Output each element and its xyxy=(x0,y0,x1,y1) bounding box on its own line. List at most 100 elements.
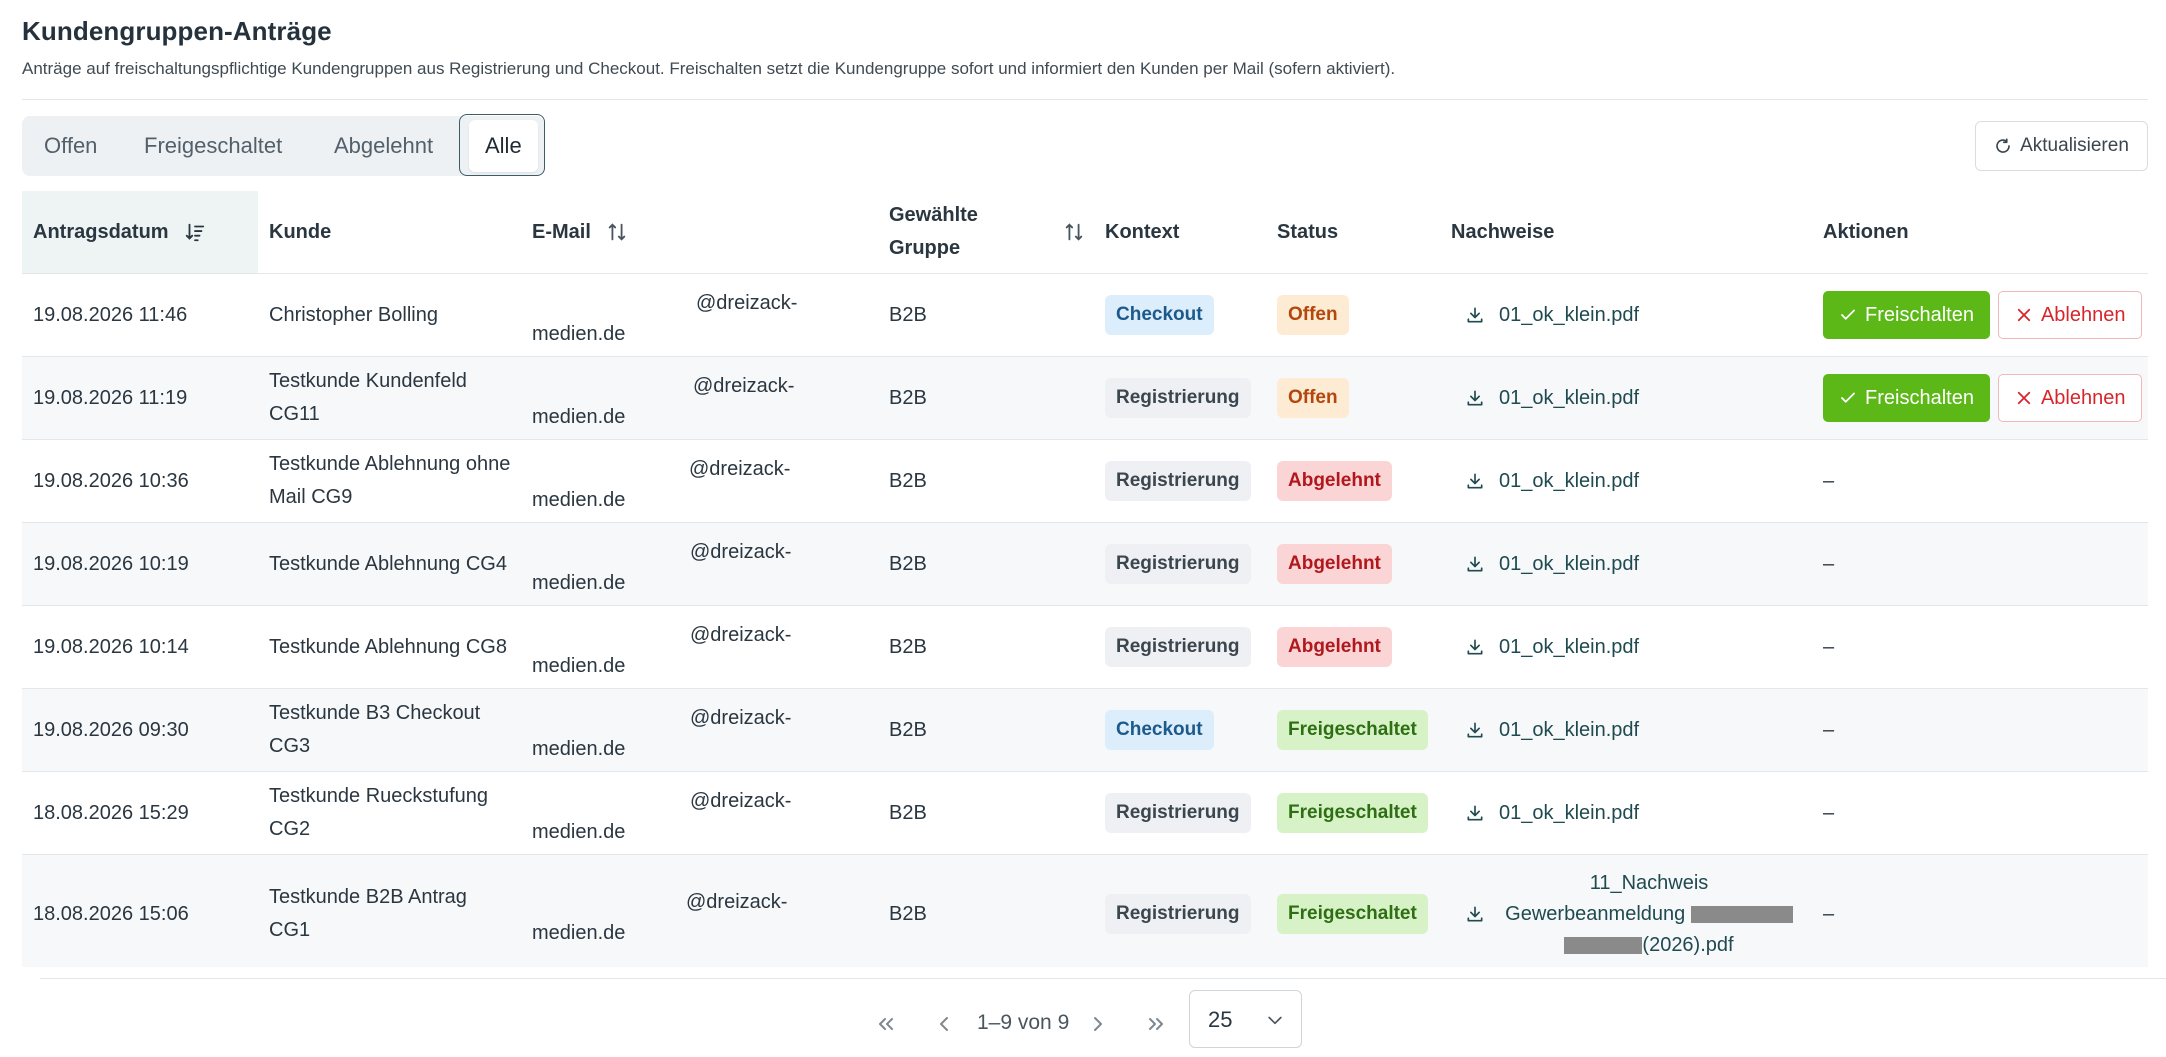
no-action: – xyxy=(1823,902,1835,925)
cell-date: 19.08.2026 11:19 xyxy=(22,356,258,440)
sort-desc-icon xyxy=(185,223,205,242)
tab-abgelehnt[interactable]: Abgelehnt xyxy=(334,116,433,176)
customer-name: Testkunde Kundenfeld CG11 xyxy=(269,370,467,425)
cell-context: Registrierung xyxy=(1094,522,1266,606)
download-icon xyxy=(1467,722,1483,738)
email-domain: medien.de xyxy=(532,821,626,843)
column-header-customer: Kunde xyxy=(258,191,521,274)
redacted-text xyxy=(1690,905,1793,923)
divider xyxy=(22,99,2148,100)
context-badge: Checkout xyxy=(1105,710,1214,750)
close-icon xyxy=(2017,391,2031,405)
cell-customer: Christopher Bolling xyxy=(258,273,521,357)
tab-freigeschaltet[interactable]: Freigeschaltet xyxy=(144,116,282,176)
column-header-actions: Aktionen xyxy=(1812,191,2148,274)
cell-email: @dreizack-medien.de xyxy=(521,605,878,689)
download-icon xyxy=(1467,639,1483,655)
last-page-icon[interactable] xyxy=(1144,1012,1168,1036)
proof-file-link[interactable]: 01_ok_klein.pdf xyxy=(1451,636,1812,659)
table-row: 19.08.2026 10:36 Testkunde Ablehnung ohn… xyxy=(22,439,2148,523)
download-icon xyxy=(1467,307,1483,323)
download-icon xyxy=(1467,906,1483,922)
footer-divider xyxy=(40,978,2166,979)
cell-group: B2B xyxy=(878,439,1094,523)
email-domain: medien.de xyxy=(532,655,626,677)
context-badge: Registrierung xyxy=(1105,627,1251,667)
cell-status: Abgelehnt xyxy=(1266,439,1440,523)
cell-email: @dreizack-medien.de xyxy=(521,356,878,440)
customer-name: Testkunde Ablehnung ohne Mail CG9 xyxy=(269,453,511,508)
email-local: @dreizack- xyxy=(690,624,792,646)
first-page-icon[interactable] xyxy=(874,1012,898,1036)
proof-file-link[interactable]: 01_ok_klein.pdf xyxy=(1451,470,1812,493)
customer-name: Testkunde B2B Antrag CG1 xyxy=(269,886,467,941)
cell-email: @dreizack-medien.de xyxy=(521,439,878,523)
proof-file-link[interactable]: 01_ok_klein.pdf xyxy=(1451,387,1812,410)
context-badge: Registrierung xyxy=(1105,378,1251,418)
cell-customer: Testkunde Ablehnung ohne Mail CG9 xyxy=(258,439,521,523)
no-action: – xyxy=(1823,718,1835,741)
proof-file-link[interactable]: 01_ok_klein.pdf xyxy=(1451,802,1812,825)
column-header-group[interactable]: Gewählte Gruppe xyxy=(878,191,1094,274)
column-header-date[interactable]: Antragsdatum xyxy=(22,191,258,274)
cell-context: Registrierung xyxy=(1094,605,1266,689)
page-size-select[interactable]: 25 xyxy=(1189,990,1302,1048)
refresh-button[interactable]: Aktualisieren xyxy=(1975,121,2148,171)
cell-status: Freigeschaltet xyxy=(1266,854,1440,967)
refresh-label: Aktualisieren xyxy=(2020,135,2129,156)
table-row: 18.08.2026 15:06 Testkunde B2B Antrag CG… xyxy=(22,854,2148,967)
email-domain: medien.de xyxy=(532,406,626,428)
close-icon xyxy=(2017,308,2031,322)
cell-email: @dreizack-medien.de xyxy=(521,522,878,606)
reject-button[interactable]: Ablehnen xyxy=(1997,374,2143,422)
proof-file-link[interactable]: 01_ok_klein.pdf xyxy=(1451,304,1812,327)
cell-group: B2B xyxy=(878,688,1094,772)
approve-button[interactable]: Freischalten xyxy=(1823,374,1990,422)
cell-proof: 01_ok_klein.pdf xyxy=(1440,273,1812,357)
cell-group: B2B xyxy=(878,771,1094,855)
prev-page-icon[interactable] xyxy=(932,1012,956,1036)
cell-proof: 01_ok_klein.pdf xyxy=(1440,439,1812,523)
table-row: 18.08.2026 15:29 Testkunde Rueckstufung … xyxy=(22,771,2148,855)
cell-group: B2B xyxy=(878,356,1094,440)
approve-button[interactable]: Freischalten xyxy=(1823,291,1990,339)
proof-file-link[interactable]: 01_ok_klein.pdf xyxy=(1451,553,1812,576)
cell-date: 18.08.2026 15:29 xyxy=(22,771,258,855)
download-icon xyxy=(1467,473,1483,489)
chevron-down-icon xyxy=(1268,1016,1282,1025)
context-badge: Registrierung xyxy=(1105,461,1251,501)
cell-actions: – xyxy=(1812,854,2148,967)
column-header-status: Status xyxy=(1266,191,1440,274)
requests-table-container: Antragsdatum Kunde E-Mail Gewählte Grupp… xyxy=(22,191,2148,967)
cell-context: Registrierung xyxy=(1094,854,1266,967)
no-action: – xyxy=(1823,635,1835,658)
sort-icon xyxy=(609,223,626,241)
page-description: Anträge auf freischaltungspflichtige Kun… xyxy=(22,59,1396,78)
no-action: – xyxy=(1823,801,1835,824)
email-local: @dreizack- xyxy=(690,541,792,563)
redacted-text xyxy=(1564,936,1643,954)
customer-name: Testkunde Rueckstufung CG2 xyxy=(269,785,489,840)
cell-customer: Testkunde Ablehnung CG4 xyxy=(258,522,521,606)
proof-file-link[interactable]: 11_Nachweis Gewerbeanmeldung (2026).pdf xyxy=(1451,868,1812,961)
tab-offen[interactable]: Offen xyxy=(44,116,97,176)
cell-context: Checkout xyxy=(1094,273,1266,357)
email-domain: medien.de xyxy=(532,323,626,345)
cell-proof: 01_ok_klein.pdf xyxy=(1440,522,1812,606)
cell-date: 19.08.2026 10:19 xyxy=(22,522,258,606)
context-badge: Checkout xyxy=(1105,295,1214,335)
column-header-email[interactable]: E-Mail xyxy=(521,191,878,274)
email-local: @dreizack- xyxy=(690,707,792,729)
cell-proof: 01_ok_klein.pdf xyxy=(1440,688,1812,772)
no-action: – xyxy=(1823,552,1835,575)
requests-table: Antragsdatum Kunde E-Mail Gewählte Grupp… xyxy=(22,191,2148,967)
cell-status: Abgelehnt xyxy=(1266,605,1440,689)
cell-email: @dreizack-medien.de xyxy=(521,854,878,967)
cell-context: Checkout xyxy=(1094,688,1266,772)
reject-button[interactable]: Ablehnen xyxy=(1997,291,2143,339)
tab-focus-ring xyxy=(459,114,545,176)
proof-file-link[interactable]: 01_ok_klein.pdf xyxy=(1451,719,1812,742)
next-page-icon[interactable] xyxy=(1086,1012,1110,1036)
cell-context: Registrierung xyxy=(1094,439,1266,523)
cell-actions: – xyxy=(1812,439,2148,523)
